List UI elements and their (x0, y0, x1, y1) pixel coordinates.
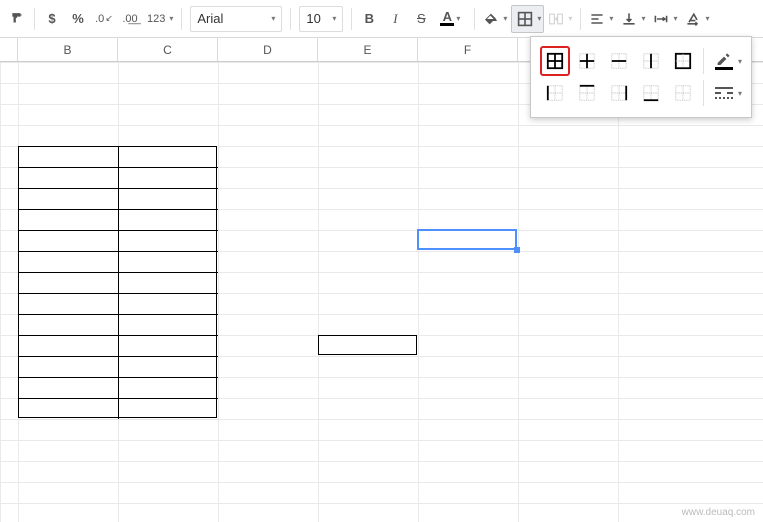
border-top-button[interactable] (573, 79, 601, 107)
chevron-down-icon: ▾ (705, 14, 709, 23)
font-size-dropdown[interactable]: 10 ▾ (299, 6, 343, 32)
vertical-align-button[interactable]: ▾ (617, 5, 649, 33)
pencil-icon (716, 53, 732, 65)
borders-button[interactable]: ▾ (511, 5, 544, 33)
fill-handle[interactable] (514, 247, 520, 253)
border-style-button[interactable] (710, 79, 738, 107)
chevron-down-icon[interactable]: ▾ (738, 89, 742, 98)
more-formats-button[interactable]: 123▾ (143, 5, 177, 33)
currency-button[interactable]: $ (39, 5, 65, 33)
bordered-range (318, 335, 417, 355)
text-color-swatch (440, 23, 454, 26)
column-header[interactable]: B (18, 38, 118, 61)
popup-separator (703, 48, 704, 74)
horizontal-align-button[interactable]: ▾ (585, 5, 617, 33)
column-header[interactable]: D (218, 38, 318, 61)
increase-decimal-button[interactable]: .0̲0̲ (117, 5, 143, 33)
toolbar-separator (290, 8, 291, 30)
chevron-down-icon[interactable]: ▾ (738, 57, 742, 66)
borders-popup-row-1: ▾ (539, 45, 743, 77)
toolbar-separator (474, 8, 475, 30)
cell-grid[interactable] (0, 62, 763, 522)
strikethrough-button[interactable]: S (408, 5, 434, 33)
font-family-dropdown[interactable]: Arial ▾ (190, 6, 282, 32)
toolbar-separator (181, 8, 182, 30)
paint-format-button[interactable] (4, 5, 30, 33)
toolbar: $ % .0↙ .0̲0̲ 123▾ Arial ▾ 10 ▾ B I S A … (0, 0, 763, 38)
border-outer-button[interactable] (669, 47, 697, 75)
borders-popup: ▾ ▾ (530, 36, 752, 118)
text-wrap-button[interactable]: ▾ (649, 5, 681, 33)
border-left-button[interactable] (541, 79, 569, 107)
border-none-button[interactable] (669, 79, 697, 107)
fill-icon (483, 11, 499, 27)
border-inner-button[interactable] (573, 47, 601, 75)
decrease-decimal-button[interactable]: .0↙ (91, 5, 117, 33)
align-bottom-icon (621, 11, 637, 27)
italic-button[interactable]: I (382, 5, 408, 33)
border-color-swatch (715, 67, 733, 70)
text-rotation-button[interactable]: ▾ (681, 5, 713, 33)
wrap-icon (653, 11, 669, 27)
chevron-down-icon: ▾ (537, 14, 541, 23)
merge-icon (548, 11, 564, 27)
toolbar-separator (351, 8, 352, 30)
toolbar-separator (580, 8, 581, 30)
border-right-button[interactable] (605, 79, 633, 107)
chevron-down-icon: ▾ (673, 14, 677, 23)
borders-icon (517, 11, 533, 27)
borders-popup-row-2: ▾ (539, 77, 743, 109)
fill-color-button[interactable]: ▾ (479, 5, 511, 33)
align-left-icon (589, 11, 605, 27)
merge-cells-button: ▾ (544, 5, 576, 33)
chevron-down-icon: ▾ (332, 14, 336, 23)
active-cell (417, 229, 517, 250)
chevron-down-icon: ▾ (641, 14, 645, 23)
text-color-button[interactable]: A ▾ (434, 5, 460, 33)
chevron-down-icon: ▾ (456, 14, 460, 23)
border-all-button[interactable] (541, 47, 569, 75)
border-color-button[interactable] (710, 47, 738, 75)
chevron-down-icon: ▾ (503, 14, 507, 23)
toolbar-separator (34, 8, 35, 30)
column-header[interactable]: F (418, 38, 518, 61)
column-header-stub[interactable] (0, 38, 18, 61)
border-bottom-button[interactable] (637, 79, 665, 107)
rotate-icon (685, 11, 701, 27)
chevron-down-icon: ▾ (169, 14, 173, 23)
column-header[interactable]: C (118, 38, 218, 61)
bold-button[interactable]: B (356, 5, 382, 33)
column-header[interactable]: E (318, 38, 418, 61)
border-vertical-button[interactable] (637, 47, 665, 75)
font-family-label: Arial (197, 11, 223, 26)
chevron-down-icon: ▾ (271, 14, 275, 23)
chevron-down-icon: ▾ (568, 14, 572, 23)
chevron-down-icon: ▾ (609, 14, 613, 23)
percent-button[interactable]: % (65, 5, 91, 33)
border-horizontal-button[interactable] (605, 47, 633, 75)
font-size-label: 10 (306, 11, 320, 26)
popup-separator (703, 80, 704, 106)
